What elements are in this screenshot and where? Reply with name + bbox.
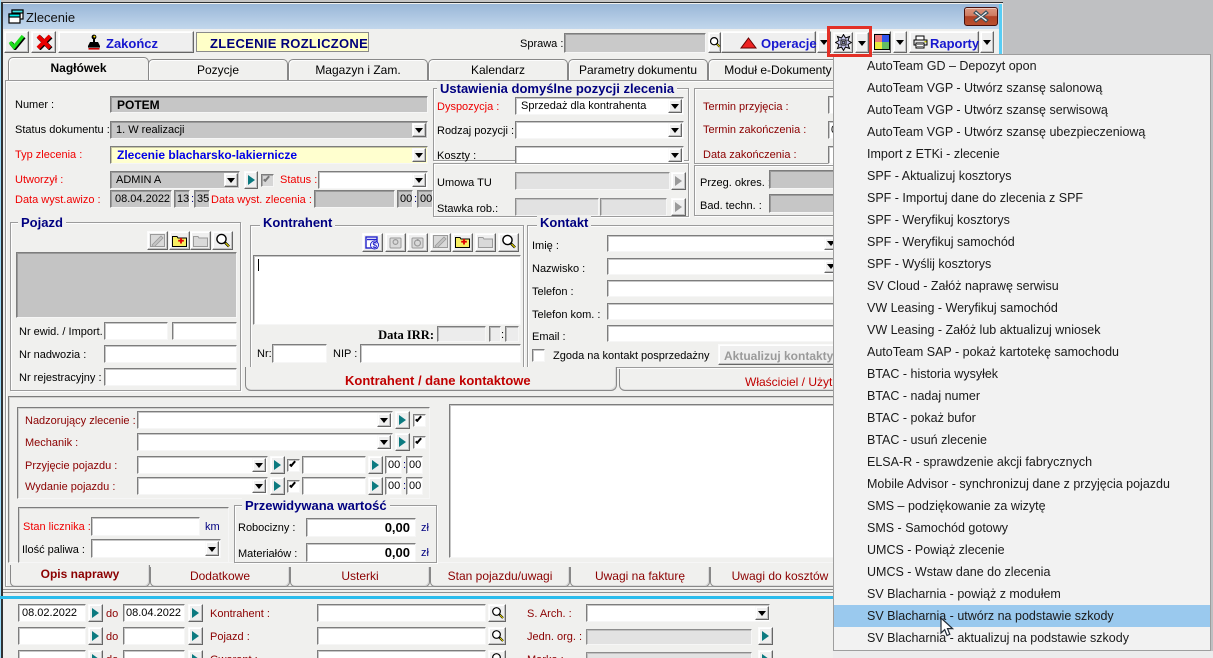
svg-text:$: $ [373,241,378,250]
